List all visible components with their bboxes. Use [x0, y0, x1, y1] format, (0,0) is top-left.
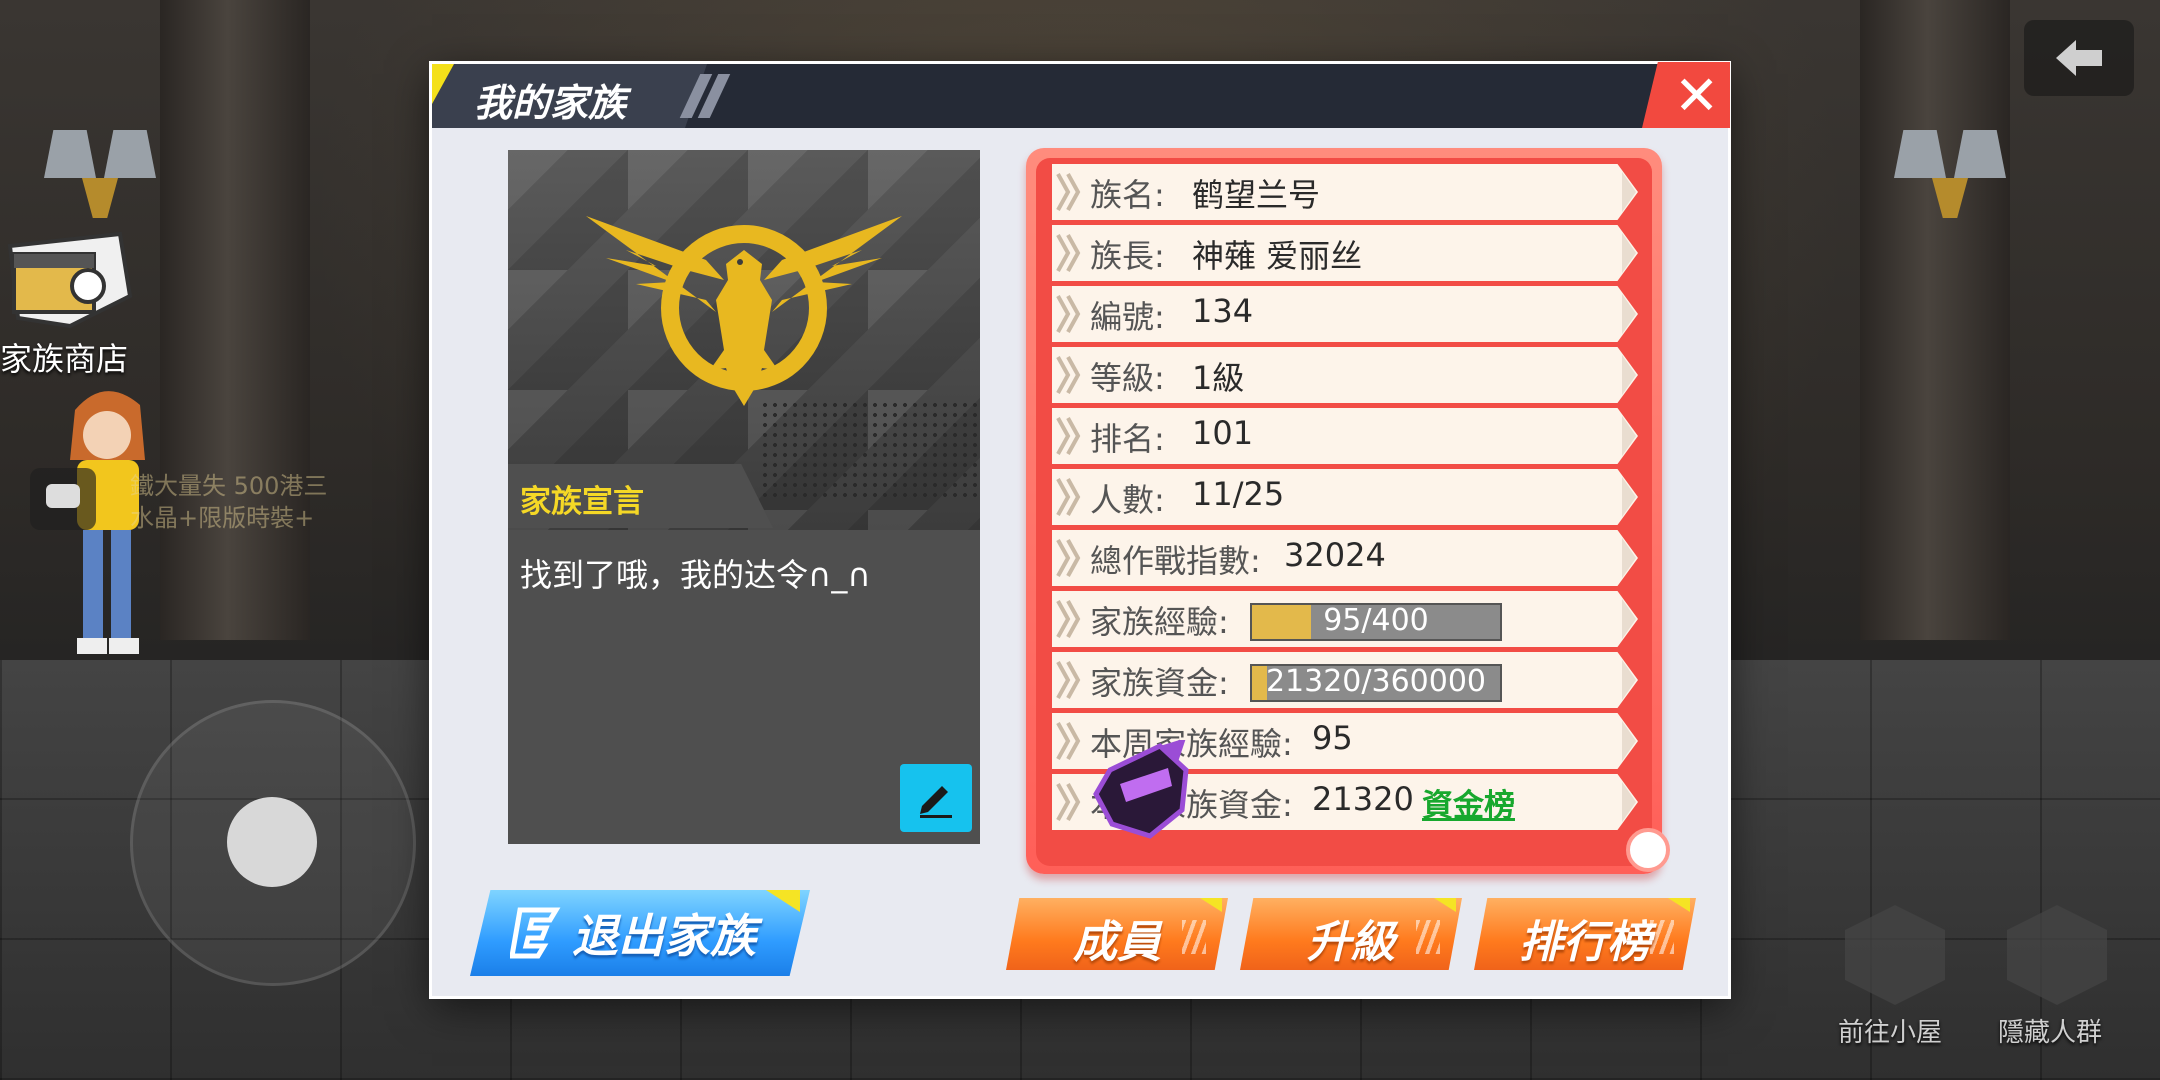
info-row-family-funds: 家族資金: 21320/360000: [1052, 652, 1638, 708]
family-name-value: 鹤望兰号: [1192, 176, 1321, 214]
info-row-family-name: 族名: 鹤望兰号: [1052, 164, 1638, 220]
info-label: 家族經驗:: [1090, 603, 1229, 641]
info-label: 排名:: [1090, 420, 1165, 458]
scene-pillar: [1860, 0, 2010, 640]
chevron-right-icon: [1056, 600, 1081, 638]
family-exp-text: 95/400: [1323, 603, 1429, 638]
chevron-right-icon: [1056, 417, 1081, 455]
info-label: 人數:: [1090, 481, 1165, 519]
family-shop-label: 家族商店: [0, 340, 129, 378]
row-end-arrow: [1622, 477, 1636, 517]
pencil-icon: [920, 786, 952, 818]
close-icon: ✕: [1674, 64, 1720, 127]
row-end-arrow: [1622, 294, 1636, 334]
info-label: 族名:: [1090, 176, 1165, 214]
info-row-leader: 族長: 神薙 爱丽丝: [1052, 225, 1638, 281]
ranking-button[interactable]: 排行榜: [1474, 898, 1696, 970]
info-label: 家族資金:: [1090, 664, 1229, 702]
my-family-dialog: 我的家族 ✕ 家族宣言 找到了哦，我的达令∩_∩ 族名: 鹤望兰号 族長: 神薙…: [432, 62, 1730, 996]
chevron-right-icon: [1056, 478, 1081, 516]
hide-crowd-button[interactable]: [2002, 905, 2112, 1015]
chevron-right-icon: [1056, 234, 1081, 272]
back-button[interactable]: [2024, 20, 2134, 96]
info-row-rank: 排名: 101: [1052, 408, 1638, 464]
emblem-dot-pattern: [760, 400, 980, 500]
chat-ticker-line: 鐵大量失 500港三: [130, 472, 328, 500]
chevron-right-icon: [1056, 783, 1081, 821]
info-label: 總作戰指數:: [1090, 542, 1261, 580]
weekly-funds-value: 21320: [1312, 780, 1414, 818]
row-end-arrow: [1622, 538, 1636, 578]
virtual-joystick[interactable]: [130, 700, 416, 986]
upgrade-label: 升級: [1307, 917, 1395, 968]
row-end-arrow: [1622, 233, 1636, 273]
upgrade-button[interactable]: 升級: [1240, 898, 1462, 970]
chevron-right-icon: [1056, 722, 1081, 760]
member-count-value: 11/25: [1192, 475, 1285, 513]
family-exp-bar: 95/400: [1250, 603, 1502, 641]
leave-family-label: 退出家族: [572, 909, 756, 963]
wall-lamp-icon: [40, 130, 160, 220]
row-end-arrow: [1622, 355, 1636, 395]
info-label: 族長:: [1090, 237, 1165, 275]
wall-lamp-icon: [1890, 130, 2010, 220]
row-end-arrow: [1622, 172, 1636, 212]
scene-pillar: [160, 0, 310, 640]
chat-ticker-line: 水晶+限版時裝+: [130, 504, 315, 532]
door-icon: [1845, 905, 1945, 1005]
eagle-emblem-icon: [586, 216, 902, 406]
info-label: 編號:: [1090, 298, 1165, 336]
chevron-right-icon: [1056, 356, 1081, 394]
info-row-members: 人數: 11/25: [1052, 469, 1638, 525]
info-row-combat-index: 總作戰指數: 32024: [1052, 530, 1638, 586]
ranking-label: 排行榜: [1519, 917, 1651, 968]
info-label: 等級:: [1090, 359, 1165, 397]
members-label: 成員: [1073, 917, 1161, 968]
hide-crowd-label: 隱藏人群: [1998, 1018, 2103, 1048]
family-emblem-panel: 家族宣言 找到了哦，我的达令∩_∩: [508, 150, 980, 844]
helmet-badge-icon: [1093, 740, 1189, 839]
dialog-header: 我的家族: [432, 64, 1728, 128]
chevron-right-icon: [1056, 295, 1081, 333]
leave-family-button[interactable]: 退出家族: [470, 890, 810, 976]
chat-ticker: 鐵大量失 500港三 水晶+限版時裝+: [130, 470, 327, 534]
chevron-right-icon: [1056, 539, 1081, 577]
row-end-arrow: [1622, 416, 1636, 456]
row-end-arrow: [1622, 721, 1636, 761]
edit-declaration-button[interactable]: [900, 764, 972, 832]
family-funds-bar: 21320/360000: [1250, 664, 1502, 702]
weekly-exp-value: 95: [1312, 719, 1353, 757]
family-funds-text: 21320/360000: [1265, 664, 1487, 699]
row-end-arrow: [1622, 782, 1636, 822]
info-row-level: 等級: 1級: [1052, 347, 1638, 403]
panel-indicator-dot: [1626, 828, 1670, 872]
go-cabin-label: 前往小屋: [1838, 1018, 1943, 1048]
back-arrow-icon: [2056, 40, 2102, 76]
row-end-arrow: [1622, 660, 1636, 700]
leader-value: 神薙 爱丽丝: [1192, 237, 1363, 275]
chat-icon: [46, 484, 80, 508]
chevron-right-icon: [1056, 173, 1081, 211]
info-row-id: 編號: 134: [1052, 286, 1638, 342]
rank-value: 101: [1192, 414, 1254, 452]
exit-icon: [510, 907, 561, 959]
funds-ranking-link[interactable]: 資金榜: [1422, 780, 1515, 825]
chat-button[interactable]: [30, 468, 96, 530]
family-id-value: 134: [1192, 292, 1254, 330]
joystick-knob[interactable]: [227, 797, 317, 887]
row-end-arrow: [1622, 599, 1636, 639]
info-row-family-exp: 家族經驗: 95/400: [1052, 591, 1638, 647]
combat-index-value: 32024: [1284, 536, 1386, 574]
chevron-right-icon: [1056, 661, 1081, 699]
declaration-title: 家族宣言: [520, 484, 644, 520]
members-button[interactable]: 成員: [1006, 898, 1228, 970]
crowd-icon: [2007, 905, 2107, 1005]
family-shop-button[interactable]: [0, 226, 133, 336]
shop-chest-icon: [7, 231, 133, 329]
go-cabin-button[interactable]: [1840, 905, 1950, 1015]
dialog-title: 我的家族: [474, 81, 627, 125]
declaration-text: 找到了哦，我的达令∩_∩: [520, 556, 871, 594]
level-value: 1級: [1192, 359, 1245, 397]
